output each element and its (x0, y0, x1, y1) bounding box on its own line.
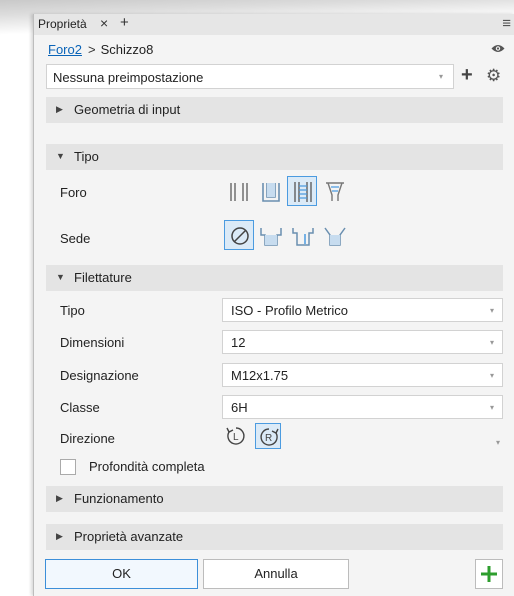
expand-arrow-icon: ▶ (56, 493, 63, 503)
countersink-icon[interactable] (320, 221, 350, 251)
thread-type-value: ISO - Profilo Metrico (231, 303, 349, 318)
section-label: Geometria di input (74, 102, 181, 117)
add-tab-icon[interactable]: + (120, 14, 129, 31)
chevron-down-icon: ▾ (489, 306, 494, 315)
dimensioni-label: Dimensioni (60, 335, 125, 350)
section-funzionamento[interactable]: ▶ Funzionamento (46, 486, 503, 512)
classe-label: Classe (60, 400, 100, 415)
expand-arrow-icon: ▶ (56, 104, 63, 114)
section-geometria-di-input[interactable]: ▶ Geometria di input (46, 97, 503, 123)
collapse-arrow-icon: ▼ (56, 151, 65, 161)
section-label: Filettature (74, 270, 132, 285)
no-seat-icon[interactable] (224, 220, 254, 250)
dimensioni-value: 12 (231, 335, 246, 350)
foro-label: Foro (60, 185, 87, 200)
section-filettature[interactable]: ▼ Filettature (46, 265, 503, 291)
tapped-hole-icon[interactable] (287, 176, 317, 206)
expand-arrow-icon: ▶ (56, 531, 63, 541)
spotface-icon[interactable] (288, 221, 318, 251)
close-icon[interactable]: × (100, 15, 108, 31)
section-label: Tipo (74, 149, 99, 164)
panel-tab-bar: Proprietà × + ≡ (34, 14, 514, 35)
profondita-completa-checkbox[interactable] (60, 459, 76, 475)
add-preset-icon[interactable]: + (461, 63, 473, 87)
collapse-arrow-icon: ▼ (56, 272, 65, 282)
breadcrumb-sketch: Schizzo8 (100, 42, 154, 57)
svg-text:L: L (233, 432, 239, 443)
plus-icon (481, 566, 497, 582)
breadcrumb-separator: > (87, 42, 96, 57)
right-hand-thread-icon[interactable]: R (255, 423, 281, 449)
ok-button[interactable]: OK (45, 559, 198, 589)
svg-text:R: R (265, 433, 272, 444)
simple-hole-icon[interactable] (224, 177, 254, 207)
designazione-value: M12x1.75 (231, 368, 289, 383)
direzione-label: Direzione (60, 431, 115, 446)
breadcrumb: Foro2 > Schizzo8 (48, 42, 153, 62)
chevron-down-icon[interactable]: ▾ (496, 438, 500, 447)
cancel-button[interactable]: Annulla (203, 559, 349, 589)
thread-type-label: Tipo (60, 303, 85, 318)
eye-icon[interactable] (491, 44, 505, 53)
chevron-down-icon: ▾ (489, 338, 494, 347)
classe-select[interactable]: 6H ▾ (222, 395, 503, 419)
classe-value: 6H (231, 400, 248, 415)
preset-select[interactable]: Nessuna preimpostazione ▾ (46, 64, 454, 89)
profondita-completa-label: Profondità completa (89, 459, 205, 474)
designazione-select[interactable]: M12x1.75 ▾ (222, 363, 503, 387)
gear-icon[interactable]: ⚙ (486, 66, 501, 86)
section-proprieta-avanzate[interactable]: ▶ Proprietà avanzate (46, 524, 503, 550)
left-hand-thread-icon[interactable]: L (223, 423, 249, 449)
thread-type-select[interactable]: ISO - Profilo Metrico ▾ (222, 298, 503, 322)
properties-panel: Proprietà × + ≡ Foro2 > Schizzo8 Nessuna p… (33, 14, 514, 596)
section-label: Funzionamento (74, 491, 164, 506)
chevron-down-icon: ▾ (438, 72, 443, 81)
section-label: Proprietà avanzate (74, 529, 184, 544)
designazione-label: Designazione (60, 368, 139, 383)
chevron-down-icon: ▾ (489, 403, 494, 412)
clearance-hole-icon[interactable] (256, 177, 286, 207)
sede-label: Sede (60, 231, 91, 246)
preset-value: Nessuna preimpostazione (53, 70, 204, 85)
breadcrumb-feature-link[interactable]: Foro2 (48, 42, 82, 57)
counterbore-icon[interactable] (256, 221, 286, 251)
tab-title[interactable]: Proprietà (38, 17, 87, 31)
chevron-down-icon: ▾ (489, 371, 494, 380)
apply-and-new-button[interactable] (475, 559, 503, 589)
dimensioni-select[interactable]: 12 ▾ (222, 330, 503, 354)
taper-tapped-hole-icon[interactable] (320, 177, 350, 207)
section-tipo[interactable]: ▼ Tipo (46, 144, 503, 170)
hamburger-icon[interactable]: ≡ (502, 15, 511, 32)
